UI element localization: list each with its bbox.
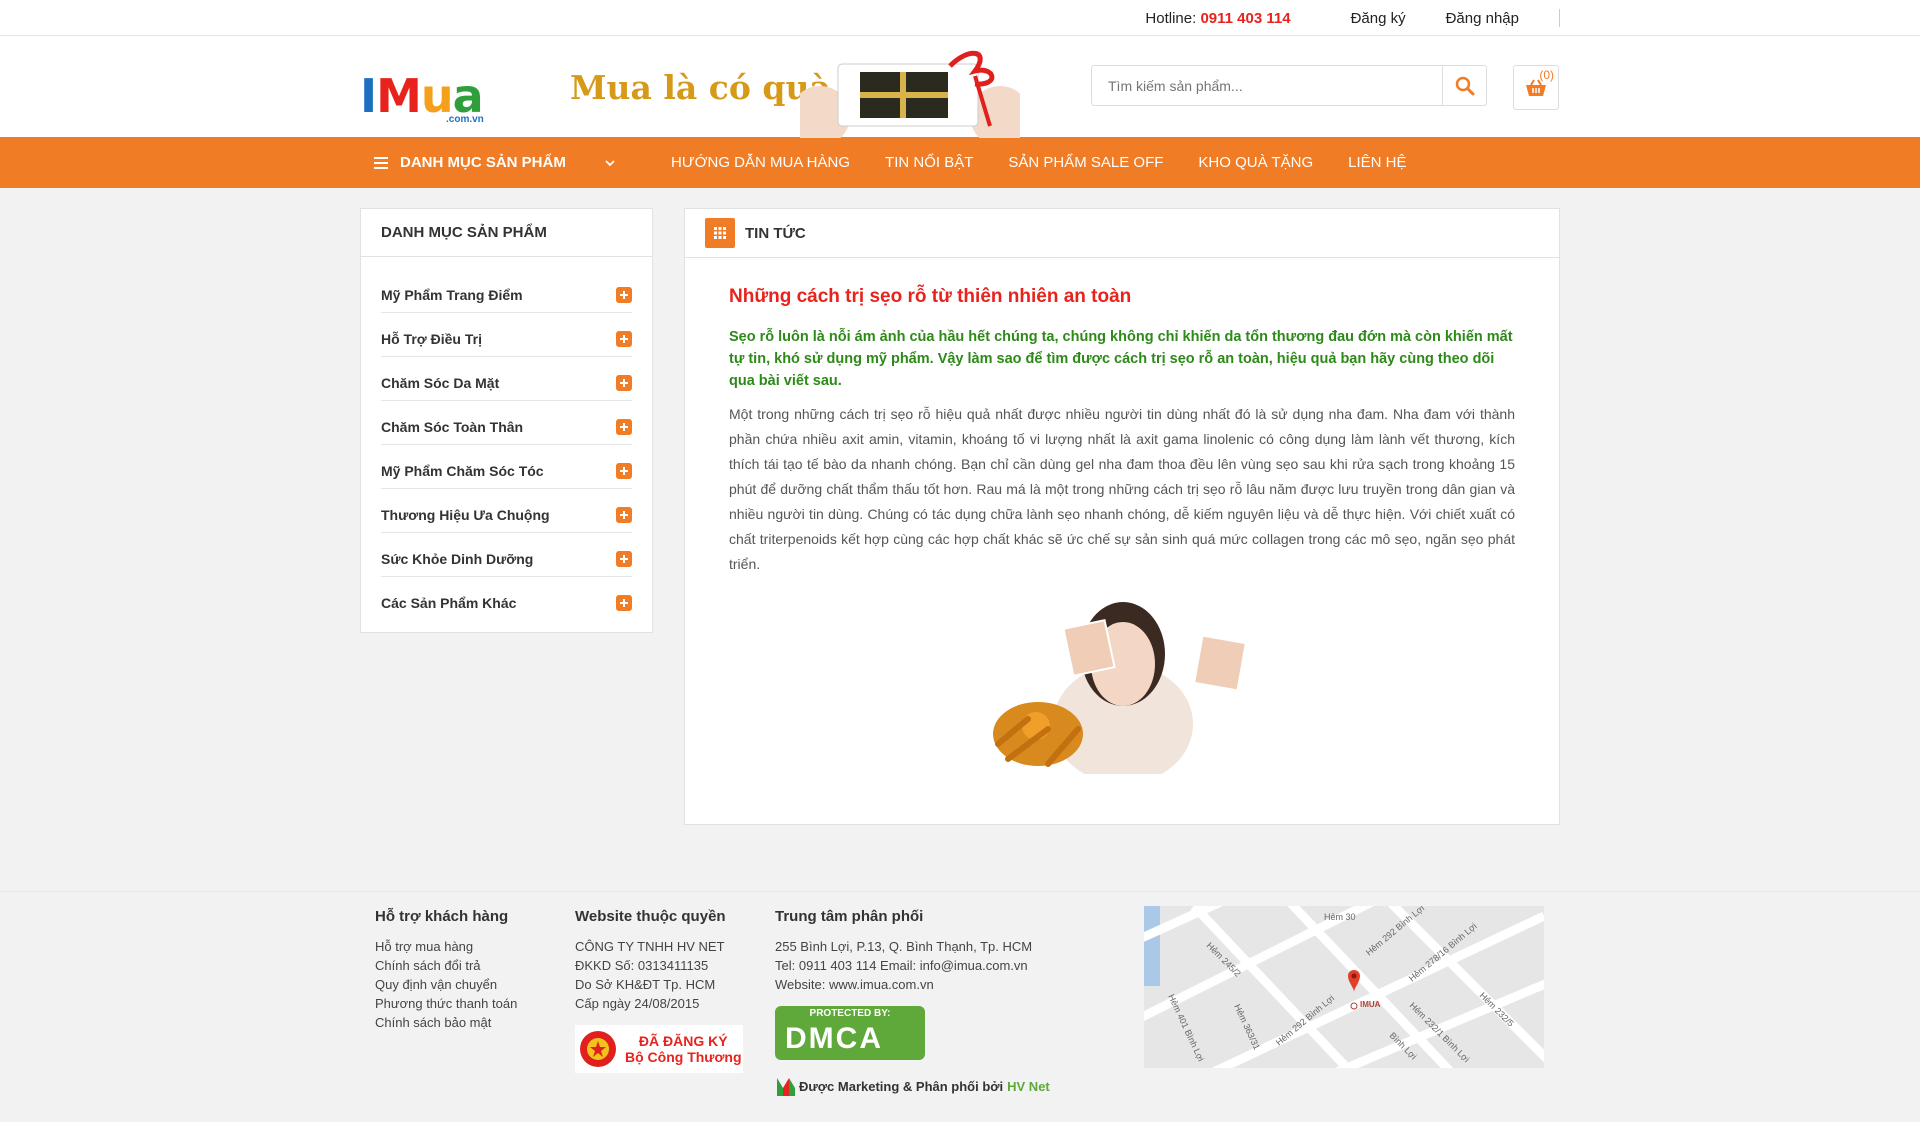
plus-icon[interactable] [616,462,632,479]
footer: Hỗ trợ khách hàng Hỗ trợ mua hàng Chính … [0,891,1920,1122]
banner-slogan: Mua là có quà [570,68,831,107]
nav-guide[interactable]: HƯỚNG DẪN MUA HÀNG [671,154,850,171]
article-image [988,594,1258,774]
cart-button[interactable]: (0) [1513,65,1559,110]
site-logo[interactable]: IMua [360,73,484,119]
svg-text:Hẻm 30: Hẻm 30 [1324,912,1356,922]
sidebar-item-health[interactable]: Sức Khỏe Dinh Dưỡng [381,533,632,577]
footer-distribution-title: Trung tâm phân phối [775,908,924,925]
sidebar-item-brands[interactable]: Thương Hiệu Ưa Chuộng [381,489,632,533]
footer-support-title: Hỗ trợ khách hàng [375,908,509,925]
top-bar: Hotline: 0911 403 114 Đăng ký Đăng nhập [0,0,1920,36]
nav-contact[interactable]: LIÊN HỆ [1348,154,1406,171]
sidebar-item-body-care[interactable]: Chăm Sóc Toàn Thân [381,401,632,445]
sidebar-title: DANH MỤC SẢN PHẨM [361,209,652,257]
plus-icon[interactable] [616,595,632,611]
sidebar-item-other[interactable]: Các Sản Phẩm Khác [381,577,632,621]
footer-link[interactable]: Hỗ trợ mua hàng [375,937,517,956]
sidebar-item-treatment[interactable]: Hỗ Trợ Điều Trị [381,313,632,357]
category-menu-label: DANH MỤC SẢN PHẨM [400,154,566,171]
login-link[interactable]: Đăng nhập [1446,10,1519,27]
dmca-badge[interactable]: PROTECTED BY: DMCA [775,1006,925,1060]
article-title: Những cách trị sẹo rỗ từ thiên nhiên an … [729,286,1132,307]
plus-icon[interactable] [616,506,632,523]
footer-link[interactable]: Chính sách bảo mật [375,1013,517,1032]
sidebar-item-makeup[interactable]: Mỹ Phẩm Trang Điểm [381,269,632,313]
logo-domain: .com.vn [446,114,484,125]
category-menu-toggle[interactable]: DANH MỤC SẢN PHẨM [374,154,615,171]
category-sidebar: DANH MỤC SẢN PHẨM Mỹ Phẩm Trang Điểm Hỗ … [360,208,653,633]
section-title: TIN TỨC [745,224,806,242]
nav-featured-news[interactable]: TIN NỔI BẬT [885,154,973,171]
footer-owner: Website thuộc quyền CÔNG TY TNHH HV NET … [575,908,743,1073]
emblem-icon [580,1031,616,1067]
hotline-number[interactable]: 0911 403 114 [1200,10,1290,27]
article-lead: Sẹo rỗ luôn là nỗi ám ảnh của hầu hết ch… [729,329,1513,389]
footer-distribution: Trung tâm phân phối 255 Bình Lợi, P.13, … [775,908,1050,1098]
search-button[interactable] [1442,66,1486,105]
hotline-label: Hotline: [1145,9,1197,27]
plus-icon[interactable] [616,330,632,347]
plus-icon[interactable] [616,286,632,303]
plus-icon[interactable] [616,550,632,567]
search-box [1091,65,1487,106]
location-map[interactable]: Hẻm 30 Hẻm 292 Bình Lợi Hẻm 278/16 Bình … [1144,906,1544,1068]
search-icon [1455,76,1474,95]
svg-text:IMUA: IMUA [1360,1000,1381,1009]
nav-gift-store[interactable]: KHO QUÀ TẶNG [1198,154,1313,171]
topbar-divider [1559,9,1560,27]
menu-icon [374,156,388,169]
hvnet-link[interactable]: HV Net [1007,1079,1050,1094]
nav-sale-off[interactable]: SẢN PHẨM SALE OFF [1008,154,1163,171]
search-input[interactable] [1092,66,1442,105]
footer-link[interactable]: Phương thức thanh toán [375,994,517,1013]
hvnet-logo-icon [777,1078,795,1096]
plus-icon[interactable] [616,418,632,435]
article-body: Một trong những cách trị sẹo rỗ hiệu quả… [729,406,1515,572]
chevron-down-icon [605,160,615,167]
news-panel: TIN TỨC Những cách trị sẹo rỗ từ thiên n… [684,208,1560,825]
hotline: Hotline: 0911 403 114 [1145,10,1290,27]
main-nav: DANH MỤC SẢN PHẨM HƯỚNG DẪN MUA HÀNG TIN… [0,137,1920,188]
footer-owner-title: Website thuộc quyền [575,908,726,925]
register-link[interactable]: Đăng ký [1351,10,1406,27]
moit-registered-badge[interactable]: ĐÃ ĐĂNG KÝ Bộ Công Thương [575,1025,743,1073]
grid-icon [705,218,735,248]
cart-count: (0) [1539,68,1554,82]
plus-icon[interactable] [616,374,632,391]
footer-link[interactable]: Quy định vận chuyển [375,975,517,994]
header: IMua .com.vn Mua là có quà Tìm kiếm sản … [0,36,1920,138]
map-canvas: Hẻm 30 Hẻm 292 Bình Lợi Hẻm 278/16 Bình … [1144,906,1544,1068]
credit-line: Được Marketing & Phân phối bởi HV Net [775,1074,1050,1098]
gift-banner-image [800,50,1020,138]
footer-support: Hỗ trợ khách hàng Hỗ trợ mua hàng Chính … [375,908,517,1032]
footer-link[interactable]: Chính sách đổi trả [375,956,517,975]
sidebar-item-face-care[interactable]: Chăm Sóc Da Mặt [381,357,632,401]
sidebar-item-hair-care[interactable]: Mỹ Phẩm Chăm Sóc Tóc [381,445,632,489]
